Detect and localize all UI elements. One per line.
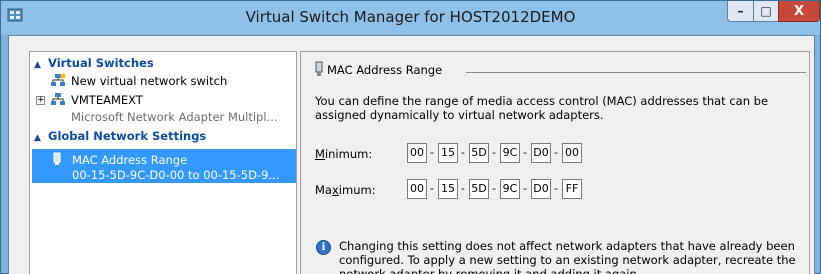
window-title: Virtual Switch Manager for HOST2012DEMO	[245, 8, 576, 26]
minimum-octet-5[interactable]: D0	[531, 143, 551, 163]
maximize-button[interactable]: □	[753, 1, 779, 22]
title-bar[interactable]: Virtual Switch Manager for HOST2012DEMO …	[1, 1, 820, 35]
settings-pane: MAC Address Range You can define the ran…	[300, 51, 810, 274]
category-virtual-switches[interactable]: ▲ Virtual Switches	[34, 56, 154, 72]
description-text: You can define the range of media access…	[315, 94, 769, 122]
minimum-octet-4[interactable]: 9C	[500, 143, 520, 163]
virtual-switch-manager-window: Virtual Switch Manager for HOST2012DEMO …	[0, 0, 821, 274]
expand-toggle-icon[interactable]: +	[36, 96, 45, 105]
minimum-label: Minimum:	[315, 147, 373, 161]
tree-item-sublabel: Microsoft Network Adapter Multipl...	[71, 110, 278, 124]
maximum-label: Maximum:	[315, 183, 376, 197]
collapse-chevron-icon[interactable]: ▲	[34, 60, 48, 70]
tree-item-label: New virtual network switch	[71, 74, 228, 88]
close-button[interactable]: X	[778, 1, 820, 22]
minimum-octet-2[interactable]: 15	[438, 143, 458, 163]
maximum-octet-1[interactable]: 00	[407, 179, 427, 199]
category-label: Virtual Switches	[48, 56, 154, 70]
maximum-octet-4[interactable]: 9C	[500, 179, 520, 199]
info-icon: i	[316, 240, 331, 255]
info-note: Changing this setting does not affect ne…	[339, 239, 796, 274]
maximum-octet-3[interactable]: 5D	[469, 179, 489, 199]
collapse-chevron-icon[interactable]: ▲	[34, 133, 48, 143]
mac-adapter-icon	[315, 61, 323, 76]
minimum-octet-6[interactable]: 00	[562, 143, 582, 163]
navigation-tree[interactable]: ▲ Virtual Switches New virtual network sw…	[29, 51, 297, 274]
category-global-network-settings[interactable]: ▲ Global Network Settings	[34, 129, 206, 145]
network-switch-icon	[51, 93, 65, 105]
tree-item-sublabel: 00-15-5D-9C-D0-00 to 00-15-5D-9...	[72, 168, 280, 182]
tree-item-label: VMTEAMEXT	[71, 93, 143, 107]
mac-adapter-icon	[53, 152, 61, 165]
maximize-icon: □	[760, 4, 772, 18]
dialog-client-area: ▲ Virtual Switches New virtual network sw…	[8, 35, 815, 274]
minimum-octet-3[interactable]: 5D	[469, 143, 489, 163]
minimum-octet-1[interactable]: 00	[407, 143, 427, 163]
group-title: MAC Address Range	[327, 63, 443, 77]
category-label: Global Network Settings	[48, 129, 207, 143]
maximum-octet-6[interactable]: FF	[562, 179, 582, 199]
close-icon: X	[793, 3, 805, 19]
tree-item-label: MAC Address Range	[72, 153, 188, 167]
new-switch-icon	[51, 73, 66, 86]
minimize-button[interactable]: –	[727, 1, 754, 22]
maximum-octet-5[interactable]: D0	[531, 179, 551, 199]
maximum-octet-2[interactable]: 15	[438, 179, 458, 199]
group-divider	[466, 72, 806, 73]
minimize-icon: –	[737, 4, 744, 18]
